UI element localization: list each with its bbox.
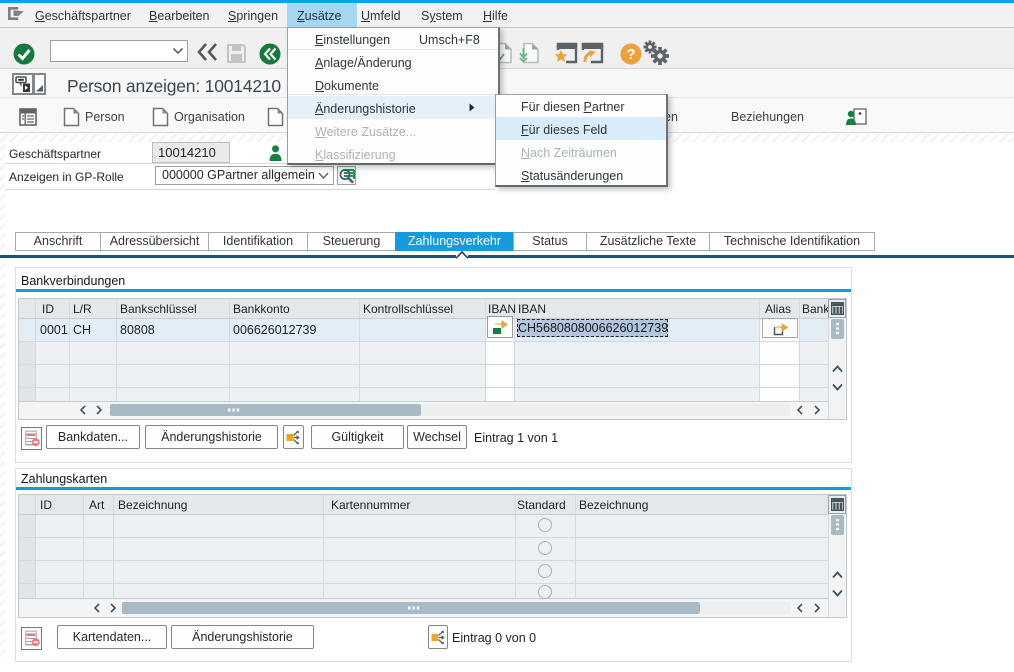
svg-text:?: ? <box>627 47 636 63</box>
